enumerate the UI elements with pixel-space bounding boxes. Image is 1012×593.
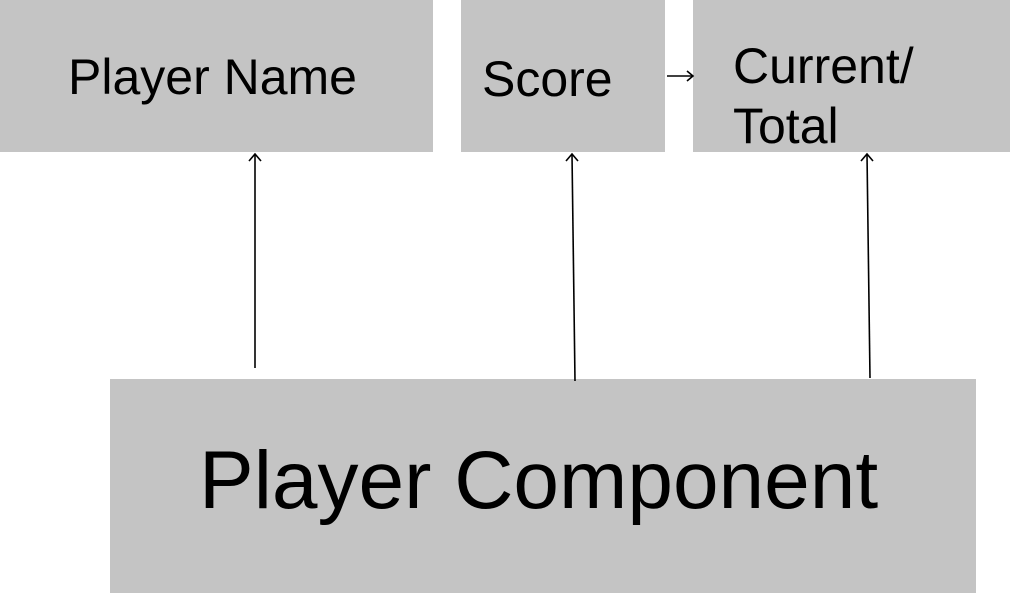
arrow-component-to-player-name [248,152,262,368]
current-total-label: Current/ Total [733,38,914,154]
player-component-label: Player Component [199,435,879,526]
current-total-box: Current/ Total [693,0,1010,154]
player-component-box: Player Component [110,379,976,593]
score-box: Score [461,0,665,152]
arrow-score-to-current-total [667,70,695,82]
player-name-box: Player Name [0,0,433,152]
arrow-component-to-score [565,152,579,382]
player-name-label: Player Name [68,49,357,105]
score-label: Score [482,51,613,107]
arrow-component-to-current-total [860,152,874,379]
